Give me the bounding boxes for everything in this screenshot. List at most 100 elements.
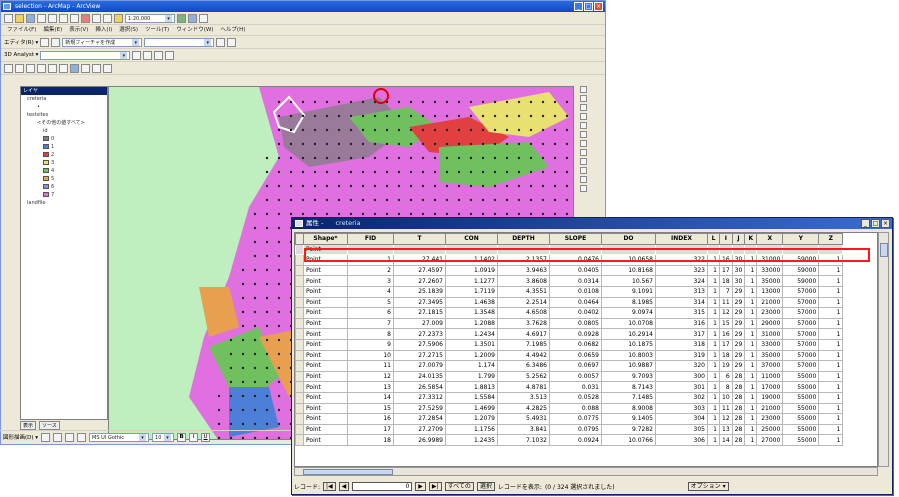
- table-cell[interactable]: 29: [731, 307, 746, 319]
- table-cell[interactable]: Point: [303, 307, 348, 319]
- table-cell[interactable]: 26.5854: [393, 381, 446, 393]
- table-cell[interactable]: 1: [818, 370, 844, 383]
- menu-help[interactable]: ヘルプ(H): [220, 25, 245, 35]
- table-cell[interactable]: 17: [347, 423, 394, 436]
- table-cell[interactable]: 28: [731, 434, 746, 446]
- table-cell[interactable]: 27.5906: [393, 338, 446, 351]
- underline-icon[interactable]: U: [201, 432, 211, 442]
- table-cell[interactable]: 7: [347, 317, 394, 330]
- table-row[interactable]: Point 10 27.2715 1.2009 4.4942 0.0659 10.8003 3…: [295, 349, 844, 362]
- table-cell[interactable]: 1: [707, 381, 720, 393]
- row-selector[interactable]: [295, 423, 304, 436]
- table-cell[interactable]: 1: [818, 285, 844, 298]
- table-cell[interactable]: 11: [719, 296, 733, 309]
- editor-menu[interactable]: エディタ(R) ▾: [4, 38, 38, 46]
- table-cell[interactable]: 1: [744, 338, 758, 351]
- table-cell[interactable]: 57000: [782, 296, 820, 309]
- table-cell[interactable]: Point: [303, 296, 348, 309]
- table-cell[interactable]: 1: [818, 328, 844, 340]
- table-row[interactable]: Point 2 27.4597 1.0919 3.9463 0.0405 10.8168 32…: [295, 264, 844, 277]
- table-cell[interactable]: 23000: [756, 307, 784, 319]
- toc-item[interactable]: 1: [21, 143, 107, 151]
- table-cell[interactable]: 12: [347, 370, 394, 383]
- table-cell[interactable]: 1: [707, 370, 720, 383]
- table-cell[interactable]: 1: [744, 434, 758, 446]
- attributes-title-bar[interactable]: 属性 - creteria _ □ ×: [292, 218, 892, 229]
- forward-arrow-icon[interactable]: [579, 149, 587, 156]
- table-cell[interactable]: 1.4638: [445, 296, 498, 309]
- pan-icon[interactable]: [579, 122, 587, 129]
- column-header[interactable]: Z: [818, 233, 844, 245]
- table-cell[interactable]: 0.0108: [549, 285, 602, 298]
- table-cell[interactable]: 1: [744, 264, 758, 277]
- table-cell[interactable]: 7: [719, 285, 733, 298]
- table-cell[interactable]: 1: [744, 349, 758, 362]
- row-selector[interactable]: [295, 285, 304, 298]
- toc-item[interactable]: •: [21, 103, 107, 111]
- row-selector[interactable]: [295, 307, 304, 319]
- row-selector[interactable]: [295, 254, 304, 266]
- table-cell[interactable]: 33000: [756, 264, 784, 277]
- table-cell[interactable]: 1: [744, 317, 758, 330]
- table-cell[interactable]: 29000: [756, 317, 784, 330]
- table-cell[interactable]: 0.0928: [549, 328, 602, 340]
- table-cell[interactable]: 29: [731, 360, 746, 372]
- table-cell[interactable]: 10: [719, 391, 733, 404]
- bold-icon[interactable]: B: [177, 432, 187, 442]
- table-cell[interactable]: 30: [731, 264, 746, 277]
- table-cell[interactable]: 1: [707, 360, 720, 372]
- table-cell[interactable]: 29: [731, 285, 746, 298]
- column-header[interactable]: K: [744, 233, 758, 245]
- table-cell[interactable]: Point: [303, 360, 348, 372]
- table-cell[interactable]: 1.2435: [445, 434, 498, 446]
- table-cell[interactable]: 0.0659: [549, 349, 602, 362]
- minimize-button[interactable]: _: [861, 219, 870, 228]
- copy-icon[interactable]: [59, 13, 68, 23]
- table-cell[interactable]: 303: [655, 402, 708, 415]
- table-cell[interactable]: 1: [744, 413, 758, 425]
- select-features-icon[interactable]: [70, 63, 79, 73]
- table-row[interactable]: Point 6 27.1815 1.3548 4.6508 0.0402 9.0974 315…: [295, 307, 844, 319]
- table-cell[interactable]: 28: [731, 413, 746, 425]
- table-cell[interactable]: 8.1985: [601, 296, 656, 309]
- table-cell[interactable]: 319: [655, 349, 708, 362]
- table-cell[interactable]: 1: [707, 264, 720, 277]
- table-cell[interactable]: 6.3486: [497, 360, 550, 372]
- table-cell[interactable]: 13: [719, 423, 733, 436]
- table-cell[interactable]: 1: [744, 381, 758, 393]
- row-selector-header[interactable]: [295, 233, 304, 245]
- table-cell[interactable]: 27.4597: [393, 264, 446, 277]
- row-selector[interactable]: [295, 296, 304, 309]
- table-row[interactable]: Point 16 27.2854 1.2079 5.4931 0.0775 9.1405 30…: [295, 413, 844, 425]
- table-cell[interactable]: 4.4942: [497, 349, 550, 362]
- task-combo[interactable]: 新規フィーチャを作成 ▾: [62, 37, 143, 47]
- table-cell[interactable]: 314: [655, 296, 708, 309]
- table-row[interactable]: Point 17 27.2709 1.1756 3.841 0.0795 9.7282 305…: [295, 423, 844, 436]
- table-row[interactable]: Point 9 27.5906 1.3501 7.1985 0.0682 10.1875 31…: [295, 338, 844, 351]
- table-cell[interactable]: 19000: [756, 391, 784, 404]
- table-cell[interactable]: 3.9463: [497, 264, 550, 277]
- column-header[interactable]: J: [731, 233, 746, 245]
- table-cell[interactable]: Point: [303, 370, 348, 383]
- menu-view[interactable]: 表示(V): [69, 25, 88, 35]
- table-cell[interactable]: Point: [303, 349, 348, 362]
- back-arrow-icon[interactable]: [579, 140, 587, 147]
- font-size-combo[interactable]: 10 ▾: [152, 432, 175, 442]
- table-cell[interactable]: 1.2434: [445, 328, 498, 340]
- maximize-button[interactable]: □: [871, 219, 880, 228]
- table-cell[interactable]: 27000: [756, 434, 784, 446]
- table-cell[interactable]: 14: [719, 434, 733, 446]
- toc-item[interactable]: 2: [21, 151, 107, 159]
- table-cell[interactable]: 1: [744, 285, 758, 298]
- table-row[interactable]: Point 18 26.9989 1.2435 7.1032 0.0924 10.0766 3…: [295, 434, 844, 446]
- title-bar[interactable]: selection - ArcMap - ArcView _ □ ×: [1, 1, 605, 12]
- maximize-button[interactable]: □: [584, 2, 593, 11]
- contour-icon[interactable]: [132, 50, 142, 60]
- table-cell[interactable]: 17000: [756, 381, 784, 393]
- table-cell[interactable]: Point: [303, 338, 348, 351]
- table-cell[interactable]: Point: [303, 413, 348, 425]
- table-cell[interactable]: 59000: [782, 264, 820, 277]
- save-icon[interactable]: [26, 13, 35, 23]
- table-cell[interactable]: 55000: [782, 434, 820, 446]
- table-cell[interactable]: 11: [719, 402, 733, 415]
